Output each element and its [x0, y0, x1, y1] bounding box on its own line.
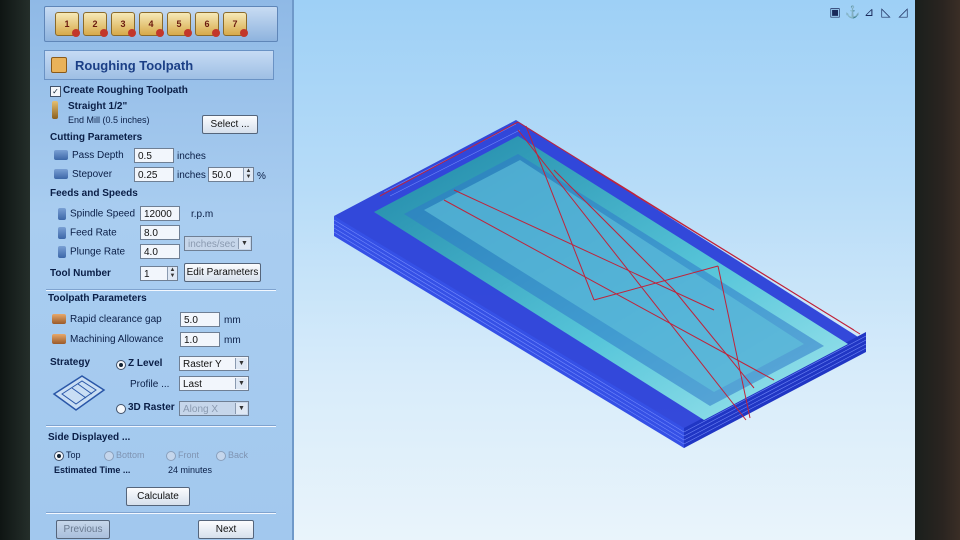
plunge-rate-label: Plunge Rate	[58, 246, 125, 258]
tool-number-value: 1	[144, 269, 150, 280]
rapid-clearance-input[interactable]: 5.0	[180, 312, 220, 327]
pass-depth-label: Pass Depth	[54, 150, 124, 161]
profile-value: Last	[183, 379, 202, 390]
step-4-button[interactable]: 4	[139, 12, 164, 37]
section-title-text: Roughing Toolpath	[75, 57, 194, 73]
monitor-bezel-left	[0, 0, 32, 540]
step-3-button[interactable]: 3	[111, 12, 136, 37]
step-7-button[interactable]: 7	[223, 12, 248, 37]
profile-select[interactable]: Last ▼	[179, 376, 249, 391]
divider	[46, 425, 276, 427]
3d-raster-select[interactable]: Along X ▼	[179, 401, 249, 416]
feed-rate-input[interactable]: 8.0	[140, 225, 180, 240]
divider	[46, 289, 276, 291]
3d-raster-label: 3D Raster	[128, 402, 175, 413]
tool-name: Straight 1/2"	[68, 101, 128, 112]
side-bottom-radio[interactable]	[104, 451, 114, 461]
step-6-button[interactable]: 6	[195, 12, 220, 37]
machining-allowance-input[interactable]: 1.0	[180, 332, 220, 347]
z-level-strategy-select[interactable]: Raster Y ▼	[179, 356, 249, 371]
machining-allowance-label: Machining Allowance	[52, 334, 163, 345]
feed-rate-label: Feed Rate	[58, 227, 117, 239]
stepover-input[interactable]: 0.25	[134, 167, 174, 182]
z-level-label: Z Level	[128, 358, 163, 369]
application-window: 1 2 3 4 5 6 7 Roughing Toolpath ✓ Create…	[30, 0, 920, 540]
tool-number-input[interactable]: 1 ▲ ▼	[140, 266, 178, 281]
3d-raster-value: Along X	[183, 404, 219, 415]
3d-preview-viewport[interactable]: ▣ ⚓ ⊿ ◺ ◿	[294, 0, 920, 540]
side-back-label: Back	[228, 450, 249, 460]
feed-rate-icon	[58, 227, 66, 239]
chevron-down-icon: ▼	[238, 238, 250, 249]
side-front-radio[interactable]	[166, 451, 176, 461]
side-back-radio[interactable]	[216, 451, 226, 461]
cutting-parameters-header: Cutting Parameters	[50, 132, 143, 143]
rapid-clearance-unit: mm	[224, 315, 241, 326]
pass-depth-icon	[54, 150, 68, 161]
estimated-time-value: 24 minutes	[168, 465, 213, 475]
spindle-speed-label: Spindle Speed	[58, 208, 135, 220]
rapid-clearance-label: Rapid clearance gap	[52, 314, 162, 325]
stepover-unit: inches	[177, 170, 206, 181]
create-roughing-checkbox[interactable]: ✓	[50, 86, 61, 97]
percent-sign: %	[257, 171, 266, 182]
spindle-icon	[58, 208, 66, 220]
machining-allowance-unit: mm	[224, 335, 241, 346]
step-1-button[interactable]: 1	[55, 12, 80, 37]
machining-allowance-icon	[52, 334, 66, 345]
raster-strategy-icon	[52, 375, 106, 411]
z-level-strategy-value: Raster Y	[183, 359, 222, 370]
plunge-rate-icon	[58, 246, 66, 258]
3d-raster-radio[interactable]	[116, 404, 126, 414]
spindle-speed-input[interactable]: 12000	[140, 206, 180, 221]
tool-number-label: Tool Number	[50, 268, 111, 279]
chevron-down-icon: ▼	[235, 358, 247, 369]
rate-unit-select[interactable]: inches/sec ▼	[184, 236, 252, 251]
roughing-toolpath-panel: 1 2 3 4 5 6 7 Roughing Toolpath ✓ Create…	[30, 0, 294, 540]
end-mill-icon	[52, 101, 58, 119]
chevron-down-icon: ▼	[235, 403, 247, 414]
stepover-percent-value: 50.0	[212, 170, 232, 181]
feeds-speeds-header: Feeds and Speeds	[50, 188, 138, 199]
stepover-icon	[54, 169, 68, 180]
estimated-time-label: Estimated Time ...	[54, 465, 131, 475]
edit-parameters-button[interactable]: Edit Parameters	[184, 263, 261, 282]
tool-number-spinner-icon[interactable]: ▲ ▼	[167, 267, 177, 280]
side-top-label: Top	[66, 450, 81, 460]
step-5-button[interactable]: 5	[167, 12, 192, 37]
previous-button[interactable]: Previous	[56, 520, 110, 539]
spindle-speed-unit: r.p.m	[191, 209, 214, 220]
rapid-clearance-icon	[52, 314, 66, 325]
pass-depth-input[interactable]: 0.5	[134, 148, 174, 163]
roughing-icon	[51, 57, 67, 73]
step-2-button[interactable]: 2	[83, 12, 108, 37]
rate-unit-value: inches/sec	[188, 239, 236, 250]
section-title: Roughing Toolpath	[44, 50, 274, 80]
strategy-label: Strategy	[50, 357, 91, 368]
select-tool-button[interactable]: Select ...	[202, 115, 258, 134]
side-top-radio[interactable]	[54, 451, 64, 461]
stepover-percent-input[interactable]: 50.0 ▲ ▼	[208, 167, 254, 182]
tool-description: End Mill (0.5 inches)	[68, 115, 150, 125]
divider	[46, 512, 276, 514]
plunge-rate-input[interactable]: 4.0	[140, 244, 180, 259]
z-level-radio[interactable]	[116, 360, 126, 370]
profile-label: Profile ...	[130, 379, 170, 390]
side-front-label: Front	[178, 450, 200, 460]
side-bottom-label: Bottom	[116, 450, 145, 460]
toolpath-parameters-header: Toolpath Parameters	[48, 293, 147, 304]
side-displayed-header: Side Displayed ...	[48, 432, 131, 443]
pass-depth-unit: inches	[177, 151, 206, 162]
toolpath-preview	[333, 120, 867, 448]
chevron-down-icon: ▼	[235, 378, 247, 389]
wizard-step-bar: 1 2 3 4 5 6 7	[44, 6, 278, 42]
calculate-button[interactable]: Calculate	[126, 487, 190, 506]
stepover-label: Stepover	[54, 169, 112, 180]
next-button[interactable]: Next	[198, 520, 254, 539]
monitor-bezel-right	[915, 0, 960, 540]
stepover-spinner-icon[interactable]: ▲ ▼	[243, 168, 253, 181]
create-roughing-label: Create Roughing Toolpath	[63, 85, 188, 96]
